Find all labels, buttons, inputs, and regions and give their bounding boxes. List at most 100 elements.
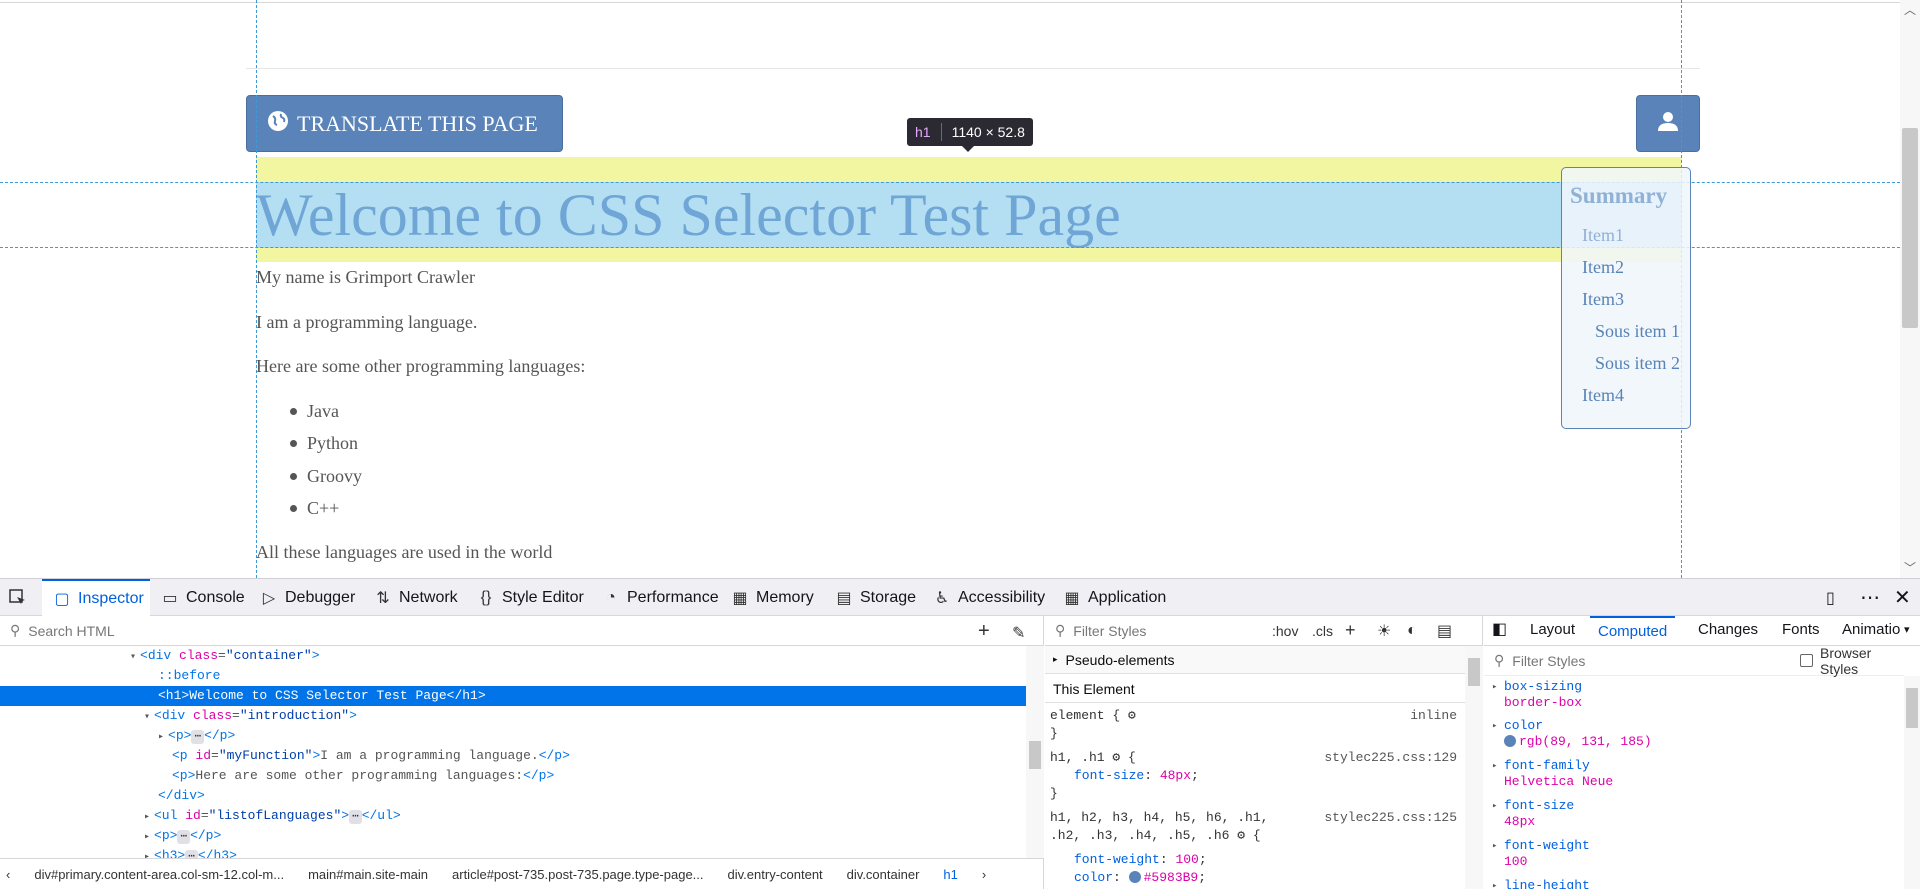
eyedropper-icon[interactable]: ✎	[1012, 623, 1025, 643]
add-node-icon[interactable]: +	[978, 620, 990, 643]
search-html-bar[interactable]: ⚲ Search HTML	[0, 616, 1044, 646]
computed-prop[interactable]: color	[1504, 718, 1543, 733]
tab-network[interactable]: ⇅ Network	[373, 579, 457, 616]
computed-scrollbar[interactable]	[1904, 676, 1920, 889]
tab-debugger[interactable]: ▷ Debugger	[259, 579, 355, 616]
rule-h1[interactable]: h1, .h1 ⚙ {stylec225.css:129	[1050, 750, 1465, 765]
tab-accessibility[interactable]: ♿ Accessibility	[932, 579, 1045, 616]
dark-mode-icon[interactable]: ◐	[1407, 622, 1417, 640]
debugger-icon: ▷	[262, 589, 276, 607]
language-item: C++	[290, 498, 339, 519]
color-swatch[interactable]	[1128, 871, 1141, 883]
tab-performance[interactable]: ◔ Performance	[601, 579, 718, 616]
expand-icon[interactable]: ▸	[1492, 801, 1497, 811]
computed-prop[interactable]: line-height	[1504, 878, 1590, 889]
rule-declaration[interactable]: font-size: 48px;	[1050, 768, 1465, 783]
expand-icon[interactable]: ▸	[1492, 841, 1497, 851]
markup-line[interactable]: ▾ <div class="introduction">	[0, 706, 1026, 726]
breadcrumb-item[interactable]: div.container	[835, 867, 932, 882]
markup-line[interactable]: <p id="myFunction">I am a programming la…	[0, 746, 1026, 766]
summary-item-1[interactable]: Item1	[1582, 225, 1624, 246]
page-heading: Welcome to CSS Selector Test Page	[256, 182, 1121, 248]
element-picker-icon[interactable]	[8, 579, 38, 616]
print-mode-icon[interactable]: ▤	[1437, 621, 1452, 641]
top-divider	[0, 2, 1900, 3]
markup-scrollbar[interactable]	[1026, 646, 1044, 858]
computed-prop[interactable]: font-size	[1504, 798, 1574, 813]
markup-line[interactable]: </div>	[0, 786, 1026, 806]
tab-style-editor[interactable]: {} Style Editor	[476, 579, 584, 616]
markup-line[interactable]: ▸ <ul id="listofLanguages"> ⋯ </ul>	[0, 806, 1026, 826]
markup-line[interactable]: <p>Here are some other programming langu…	[0, 766, 1026, 786]
markup-line[interactable]: ▸ <p> ⋯ </p>	[0, 726, 1026, 746]
breadcrumb-forward-icon[interactable]: ›	[970, 867, 998, 882]
expand-icon[interactable]: ▸	[1492, 761, 1497, 771]
markup-line-selected[interactable]: <h1>Welcome to CSS Selector Test Page</h…	[0, 686, 1026, 706]
breadcrumb-item-current[interactable]: h1	[931, 867, 969, 882]
tab-layout[interactable]: Layout	[1530, 616, 1575, 646]
tab-console[interactable]: ▭ Console	[160, 579, 244, 616]
markup-view[interactable]: ▾ <div class="container"> ::before <h1>We…	[0, 646, 1026, 858]
tab-changes[interactable]: Changes	[1698, 616, 1758, 646]
paragraph-languages-intro: Here are some other programming language…	[256, 356, 586, 376]
filter-styles-input[interactable]: Filter Styles	[1073, 623, 1146, 639]
add-rule-icon[interactable]: +	[1345, 620, 1356, 641]
rule-declaration[interactable]: font-weight: 100;	[1050, 852, 1465, 867]
breadcrumb-back-icon[interactable]: ‹	[0, 867, 22, 882]
element-rule[interactable]: element { ⚙ inline	[1050, 708, 1465, 723]
user-account-button[interactable]	[1636, 95, 1700, 152]
computed-prop[interactable]: font-weight	[1504, 838, 1590, 853]
rule-headings[interactable]: h1, h2, h3, h4, h5, h6, .h1, stylec225.cs…	[1050, 810, 1465, 825]
summary-subitem-2[interactable]: Sous item 2	[1595, 353, 1680, 374]
responsive-mode-icon[interactable]: ▯	[1826, 579, 1835, 616]
toggle-pane-icon[interactable]: ◧	[1492, 616, 1507, 646]
hov-toggle[interactable]: :hov	[1272, 623, 1298, 639]
close-devtools-icon[interactable]: ✕	[1894, 579, 1911, 616]
rule-close: }	[1050, 726, 1058, 741]
summary-item-3[interactable]: Item3	[1582, 289, 1624, 310]
computed-value: rgb(89, 131, 185)	[1504, 734, 1652, 749]
computed-prop[interactable]: box-sizing	[1504, 679, 1582, 694]
summary-subitem-1[interactable]: Sous item 1	[1595, 321, 1680, 342]
translate-page-button[interactable]: TRANSLATE THIS PAGE	[246, 95, 563, 152]
rules-scroll-thumb[interactable]	[1468, 658, 1480, 686]
tab-memory[interactable]: ▦ Memory	[730, 579, 813, 616]
browser-styles-checkbox[interactable]	[1800, 654, 1813, 667]
tab-fonts[interactable]: Fonts	[1782, 616, 1820, 646]
pseudo-elements-section[interactable]: ▸ Pseudo-elements	[1045, 646, 1465, 674]
more-options-icon[interactable]: ⋯	[1860, 579, 1880, 616]
light-mode-icon[interactable]: ☀	[1377, 621, 1391, 641]
scroll-down-icon[interactable]: ﹀	[1904, 562, 1916, 574]
rule-headings-cont[interactable]: .h2, .h3, .h4, .h5, .h6 ⚙ {	[1050, 828, 1465, 843]
computed-scroll-thumb[interactable]	[1906, 688, 1918, 728]
breadcrumb-item[interactable]: main#main.site-main	[296, 867, 440, 882]
breadcrumb-item[interactable]: div#primary.content-area.col-sm-12.col-m…	[22, 867, 296, 882]
search-html-input[interactable]: Search HTML	[28, 623, 114, 639]
computed-filter-input[interactable]: Filter Styles	[1512, 653, 1585, 669]
computed-prop[interactable]: font-family	[1504, 758, 1590, 773]
search-icon: ⚲	[10, 622, 21, 638]
expand-icon[interactable]: ▸	[1492, 721, 1497, 731]
summary-item-4[interactable]: Item4	[1582, 385, 1624, 406]
tab-storage[interactable]: ▤ Storage	[834, 579, 916, 616]
markup-line[interactable]: ▸ <h3> ⋯ </h3>	[0, 846, 1026, 858]
scroll-up-icon[interactable]: ︿	[1904, 4, 1916, 16]
tab-inspector[interactable]: ▢ Inspector	[42, 579, 150, 616]
markup-line[interactable]: ::before	[0, 666, 1026, 686]
cls-toggle[interactable]: .cls	[1312, 623, 1333, 639]
page-scroll-thumb[interactable]	[1902, 128, 1918, 328]
tab-application[interactable]: ▦ Application	[1062, 579, 1166, 616]
rule-declaration[interactable]: color: #5983B9;	[1050, 870, 1465, 885]
tab-animations[interactable]: Animatio	[1842, 616, 1900, 646]
markup-line[interactable]: ▸ <p> ⋯ </p>	[0, 826, 1026, 846]
tabs-overflow-icon[interactable]: ▾	[1904, 616, 1910, 646]
summary-item-2[interactable]: Item2	[1582, 257, 1624, 278]
markup-scroll-thumb[interactable]	[1029, 741, 1041, 769]
breadcrumb-item[interactable]: article#post-735.post-735.page.type-page…	[440, 867, 716, 882]
breadcrumb-item[interactable]: div.entry-content	[716, 867, 835, 882]
rules-scrollbar[interactable]	[1465, 646, 1483, 889]
this-element-section: This Element	[1045, 675, 1465, 703]
markup-line[interactable]: ▾ <div class="container">	[0, 646, 1026, 666]
tab-computed[interactable]: Computed	[1590, 616, 1676, 646]
expand-icon[interactable]: ▸	[1492, 682, 1497, 692]
